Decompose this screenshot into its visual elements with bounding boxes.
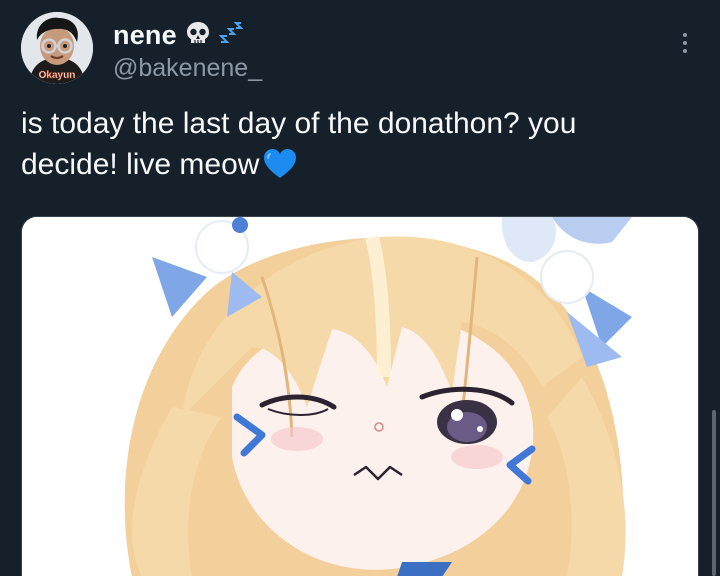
author-display-name[interactable]: nene (113, 20, 177, 51)
blue-heart-icon (263, 148, 297, 191)
avatar-badge: Okayun (39, 70, 76, 81)
scrollbar[interactable] (712, 410, 716, 576)
skull-icon (185, 20, 211, 51)
tweet-text: is today the last day of the donathon? y… (21, 103, 661, 191)
more-options-icon[interactable] (670, 26, 700, 60)
zzz-icon (218, 20, 245, 51)
anime-girl-illustration (22, 217, 698, 576)
tweet-text-body: is today the last day of the donathon? y… (21, 107, 577, 181)
tweet-image[interactable] (21, 216, 699, 576)
author-handle[interactable]: @bakenene_ (113, 54, 262, 83)
avatar[interactable]: Okayun (21, 12, 93, 84)
author-name-row[interactable]: nene (113, 18, 245, 52)
